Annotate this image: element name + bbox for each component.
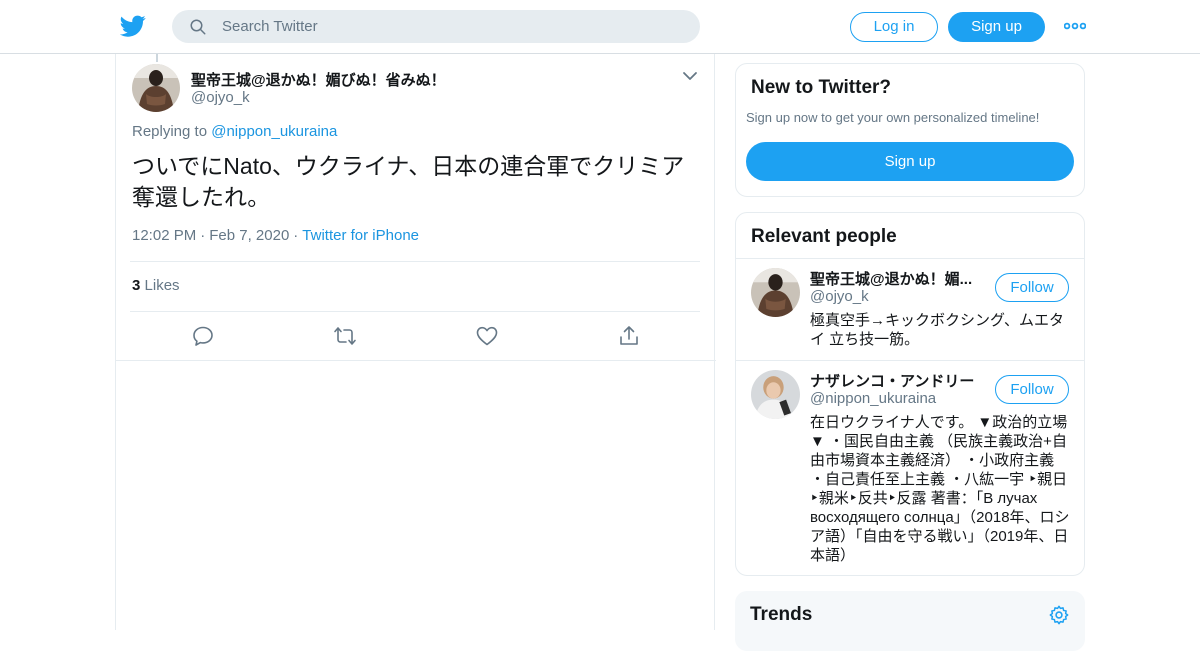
person-name[interactable]: ナザレンコ・アンドリー bbox=[810, 370, 980, 391]
person-item[interactable]: ナザレンコ・アンドリー @nippon_ukuraina Follow 在日ウク… bbox=[736, 360, 1084, 575]
replying-to-link[interactable]: @nippon_ukuraina bbox=[211, 123, 337, 140]
thread-connector-line bbox=[156, 54, 158, 62]
follow-button[interactable]: Follow bbox=[995, 273, 1069, 302]
person-bio: 在日ウクライナ人です。 ▼政治的立場▼ ・国民自由主義 （民族主義政治+自由市場… bbox=[810, 414, 1070, 564]
tweet-date[interactable]: Feb 7, 2020 bbox=[209, 227, 289, 244]
tweet-source-link[interactable]: Twitter for iPhone bbox=[302, 227, 419, 244]
likes-label: Likes bbox=[144, 277, 180, 294]
new-to-twitter-subtitle: Sign up now to get your own personalized… bbox=[746, 110, 1040, 125]
tweet-text: ついでにNato、ウクライナ、日本の連合軍でクリミア奪還したれ。 bbox=[132, 153, 685, 210]
person-name[interactable]: 聖帝王城@退かぬ！媚... bbox=[810, 268, 980, 289]
replying-to-label: Replying to bbox=[132, 123, 208, 140]
person-handle[interactable]: @ojyo_k bbox=[810, 288, 869, 305]
search-input[interactable] bbox=[222, 10, 682, 43]
login-button[interactable]: Log in bbox=[850, 12, 938, 42]
new-to-twitter-card: New to Twitter? Sign up now to get your … bbox=[735, 63, 1085, 197]
retweet-icon[interactable] bbox=[333, 324, 357, 348]
top-navigation-bar: Log in Sign up bbox=[0, 0, 1200, 54]
like-icon[interactable] bbox=[475, 324, 499, 348]
reply-icon[interactable] bbox=[191, 324, 215, 348]
tweet-time[interactable]: 12:02 PM bbox=[132, 227, 196, 244]
likes-count: 3 bbox=[132, 277, 141, 294]
likes-stat[interactable]: 3 Likes bbox=[132, 277, 180, 294]
search-icon bbox=[190, 19, 206, 35]
divider bbox=[116, 360, 716, 361]
relevant-people-card: Relevant people 聖帝王城@退かぬ！媚... @ojyo_k Fo… bbox=[735, 212, 1085, 576]
replying-to-line: Replying to @nippon_ukuraina bbox=[132, 123, 337, 140]
signup-button[interactable]: Sign up bbox=[948, 12, 1045, 42]
sidebar-signup-button[interactable]: Sign up bbox=[746, 142, 1074, 181]
divider bbox=[130, 261, 700, 262]
meta-separator: · bbox=[293, 227, 299, 244]
tweet-author-handle[interactable]: @ojyo_k bbox=[191, 89, 250, 106]
tweet-actions-bar bbox=[116, 312, 716, 360]
relevant-people-title: Relevant people bbox=[751, 226, 897, 247]
trends-title: Trends bbox=[750, 604, 813, 625]
twitter-bird-icon[interactable] bbox=[120, 13, 146, 39]
chevron-down-icon[interactable] bbox=[682, 70, 698, 82]
more-options-icon[interactable] bbox=[1064, 18, 1086, 34]
follow-button[interactable]: Follow bbox=[995, 375, 1069, 404]
person-avatar[interactable] bbox=[751, 370, 800, 419]
person-bio: 極真空手→キックボクシング、ムエタイ 立ち技一筋。 bbox=[810, 312, 1064, 348]
tweet-author-avatar[interactable] bbox=[132, 64, 180, 112]
person-handle[interactable]: @nippon_ukuraina bbox=[810, 390, 936, 407]
person-avatar[interactable] bbox=[751, 268, 800, 317]
meta-separator: · bbox=[200, 227, 206, 244]
tweet-author-name[interactable]: 聖帝王城@退かぬ！媚びぬ！省みぬ！ bbox=[191, 69, 446, 90]
trends-card: Trends bbox=[735, 591, 1085, 651]
gear-icon[interactable] bbox=[1048, 604, 1070, 626]
tweet-metadata: 12:02 PM · Feb 7, 2020 · Twitter for iPhone bbox=[132, 227, 419, 244]
share-icon[interactable] bbox=[617, 324, 641, 348]
search-box[interactable] bbox=[172, 10, 700, 43]
person-item[interactable]: 聖帝王城@退かぬ！媚... @ojyo_k Follow 極真空手→キックボクシ… bbox=[736, 258, 1084, 360]
tweet-detail-column: 聖帝王城@退かぬ！媚びぬ！省みぬ！ @ojyo_k Replying to @n… bbox=[115, 54, 716, 630]
new-to-twitter-title: New to Twitter? bbox=[751, 77, 892, 98]
